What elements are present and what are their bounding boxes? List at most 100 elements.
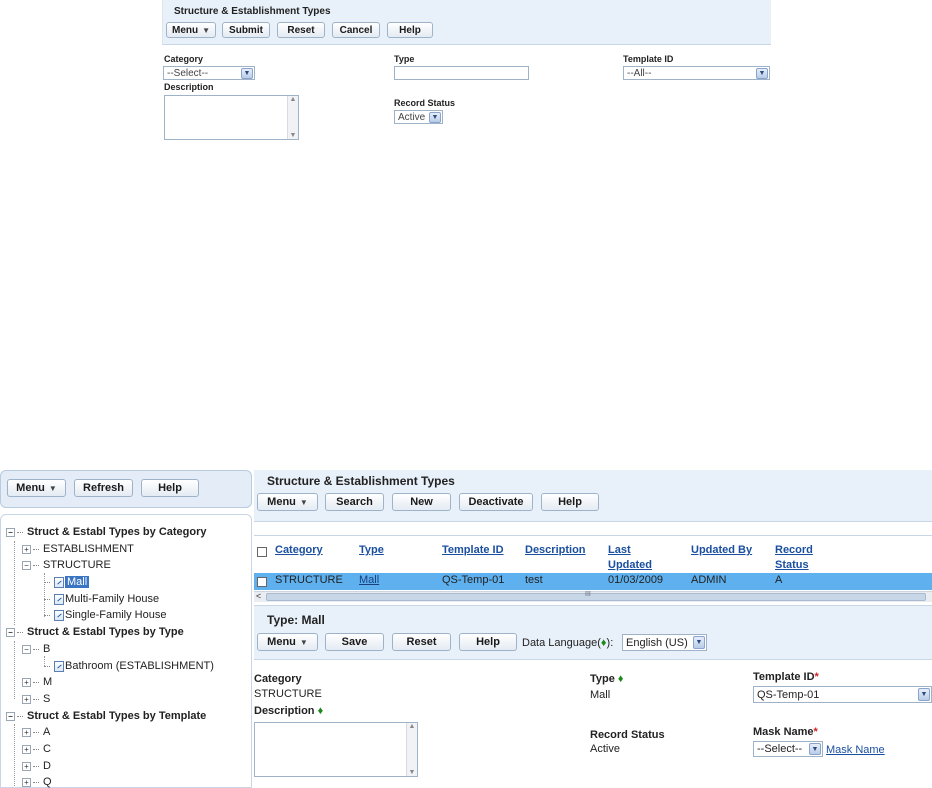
search-button[interactable]: Search — [325, 493, 384, 511]
top-category-value: --Select-- — [167, 67, 209, 79]
tree-item-mall[interactable]: Mall — [44, 575, 90, 589]
expand-icon[interactable]: + — [22, 727, 31, 737]
top-record-status-select[interactable]: Active ▼ — [394, 110, 443, 124]
tree-dash — [33, 698, 39, 700]
tree-item-type-s[interactable]: + S — [22, 692, 50, 706]
tree-group-by-template[interactable]: − Struct & Establ Types by Template — [6, 709, 206, 723]
data-language-select[interactable]: English (US) ▼ — [622, 634, 707, 651]
tree-item-establishment[interactable]: + ESTABLISHMENT — [22, 542, 134, 556]
detail-help-button[interactable]: Help — [459, 633, 517, 651]
template-label-text: Template ID — [753, 671, 815, 683]
row-checkbox[interactable] — [257, 577, 267, 587]
tree-item-structure[interactable]: − STRUCTURE — [22, 558, 111, 572]
column-header-template-id[interactable]: Template ID — [442, 543, 504, 558]
detail-menu-button[interactable]: Menu ▼ — [257, 633, 318, 651]
tree-item-tpl-a[interactable]: + A — [22, 725, 50, 739]
main-menu-button[interactable]: Menu ▼ — [257, 493, 318, 511]
column-header-updated-by[interactable]: Updated By — [691, 543, 752, 558]
detail-template-select[interactable]: QS-Temp-01 ▼ — [753, 686, 932, 703]
horizontal-scrollbar[interactable]: < III — [254, 591, 932, 602]
expand-icon[interactable]: + — [22, 744, 31, 754]
left-help-button[interactable]: Help — [141, 479, 199, 497]
expand-icon[interactable]: + — [22, 777, 31, 787]
scrollbar[interactable]: ▲ ▼ — [287, 96, 298, 139]
column-header-line: Status — [775, 559, 809, 571]
document-icon — [54, 593, 64, 605]
tree-item-multi-family[interactable]: Multi-Family House — [44, 592, 159, 606]
tree-dash — [33, 548, 39, 550]
detail-type-label: Type ♦ — [590, 673, 624, 685]
mask-name-link[interactable]: Mask Name — [826, 744, 885, 756]
scrollbar[interactable]: ▲ ▼ — [406, 723, 417, 776]
tree-item-type-m[interactable]: + M — [22, 675, 52, 689]
tree-dash — [44, 598, 50, 600]
chevron-down-icon: ▼ — [48, 483, 57, 493]
collapse-icon[interactable]: − — [22, 644, 31, 654]
collapse-icon[interactable]: − — [6, 627, 15, 637]
scroll-left-icon[interactable]: < — [256, 591, 261, 601]
refresh-button[interactable]: Refresh — [74, 479, 133, 497]
collapse-icon[interactable]: − — [6, 527, 15, 537]
top-submit-button[interactable]: Submit — [222, 22, 270, 38]
top-menu-button[interactable]: Menu ▼ — [166, 22, 216, 38]
expand-icon[interactable]: + — [22, 761, 31, 771]
detail-title: Type: Mall — [267, 613, 325, 627]
tree-item-label-selected: Mall — [65, 576, 90, 588]
data-language-value: English (US) — [626, 636, 688, 649]
top-record-status-value: Active — [398, 111, 426, 123]
main-help-button[interactable]: Help — [541, 493, 599, 511]
top-dialog-title: Structure & Establishment Types — [174, 6, 331, 17]
tree-dash — [44, 581, 50, 583]
collapse-icon[interactable]: − — [22, 560, 31, 570]
table-row[interactable]: STRUCTURE Mall QS-Temp-01 test 01/03/200… — [254, 573, 932, 590]
detail-mask-name-label: Mask Name* — [753, 726, 818, 738]
collapse-icon[interactable]: − — [6, 711, 15, 721]
column-header-type[interactable]: Type — [359, 543, 384, 558]
column-header-category[interactable]: Category — [275, 543, 323, 558]
tree-item-label: Q — [43, 776, 52, 788]
tree-item-tpl-c[interactable]: + C — [22, 742, 51, 756]
select-all-checkbox[interactable] — [257, 547, 267, 557]
top-category-select[interactable]: --Select-- ▼ — [163, 66, 255, 80]
tree-connector — [14, 724, 15, 786]
tree-dash — [17, 631, 23, 633]
document-icon — [54, 576, 64, 588]
tree-group-by-category[interactable]: − Struct & Establ Types by Category — [6, 525, 207, 539]
top-template-label: Template ID — [623, 54, 674, 64]
expand-icon[interactable]: + — [22, 544, 31, 554]
tree-item-tpl-d[interactable]: + D — [22, 759, 51, 773]
tree-item-type-b[interactable]: − B — [22, 642, 50, 656]
document-icon — [54, 609, 64, 621]
column-header-record-status[interactable]: Record Status — [775, 543, 813, 573]
tree-group-by-type[interactable]: − Struct & Establ Types by Type — [6, 625, 184, 639]
tree-item-label: Multi-Family House — [65, 593, 160, 605]
mask-name-label-text: Mask Name — [753, 726, 814, 738]
expand-icon[interactable]: + — [22, 694, 31, 704]
save-button[interactable]: Save — [325, 633, 384, 651]
detail-reset-button[interactable]: Reset — [392, 633, 451, 651]
chevron-down-icon: ▼ — [299, 637, 308, 647]
top-help-button[interactable]: Help — [387, 22, 433, 38]
deactivate-button[interactable]: Deactivate — [459, 493, 533, 511]
tree-item-tpl-q[interactable]: + Q — [22, 775, 52, 788]
detail-category-value: STRUCTURE — [254, 688, 322, 700]
tree-item-bathroom[interactable]: Bathroom (ESTABLISHMENT) — [44, 659, 214, 673]
top-type-input[interactable] — [394, 66, 529, 80]
mask-name-select[interactable]: --Select-- ▼ — [753, 741, 823, 757]
column-header-last-updated[interactable]: Last Updated — [608, 543, 652, 573]
expand-icon[interactable]: + — [22, 677, 31, 687]
cell-type-link[interactable]: Mall — [359, 574, 379, 586]
detail-description-textarea[interactable]: ▲ ▼ — [254, 722, 418, 777]
tree-dash — [33, 681, 39, 683]
top-template-select[interactable]: --All-- ▼ — [623, 66, 770, 80]
tree-item-single-family[interactable]: Single-Family House — [44, 608, 166, 622]
top-cancel-button[interactable]: Cancel — [332, 22, 380, 38]
top-description-textarea[interactable]: ▲ ▼ — [164, 95, 299, 140]
column-header-description[interactable]: Description — [525, 543, 586, 558]
new-button[interactable]: New — [392, 493, 451, 511]
scroll-thumb[interactable]: III — [266, 591, 926, 601]
dropdown-arrow-icon: ▼ — [809, 743, 821, 755]
results-grid: Category Type Template ID Description La… — [254, 535, 932, 603]
left-menu-button[interactable]: Menu ▼ — [7, 479, 66, 497]
top-reset-button[interactable]: Reset — [277, 22, 325, 38]
